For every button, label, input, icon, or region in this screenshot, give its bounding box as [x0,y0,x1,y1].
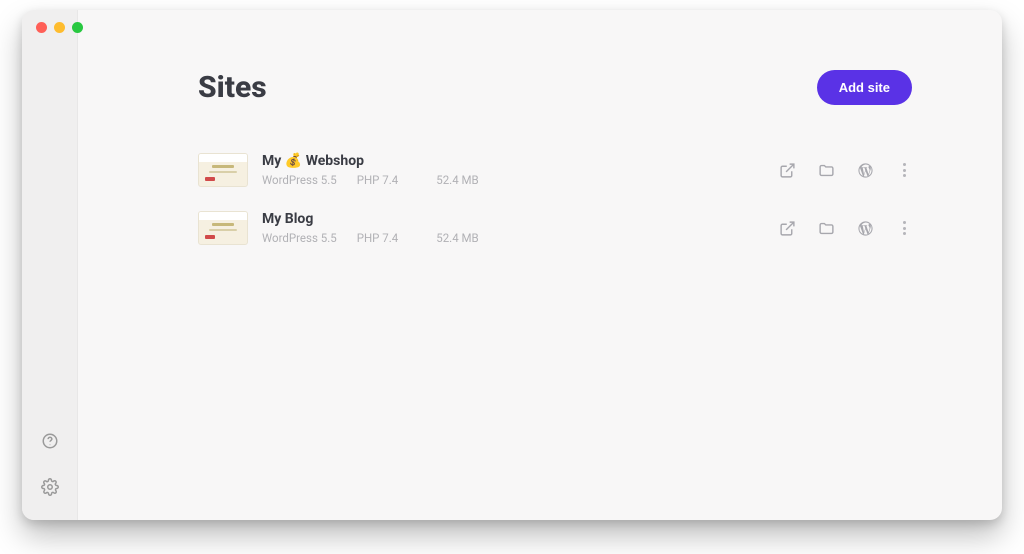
folder-icon[interactable] [818,162,835,179]
site-thumbnail [198,211,248,245]
more-options-icon[interactable] [896,163,912,177]
minimize-window-button[interactable] [54,22,65,33]
site-wordpress-version: WordPress 5.5 [262,231,337,245]
site-size: 52.4 MB [436,173,478,187]
site-php-version: PHP 7.4 [357,231,399,245]
settings-icon[interactable] [41,478,59,496]
site-name: My 💰 Webshop [262,153,779,169]
site-thumbnail [198,153,248,187]
sidebar [22,10,78,520]
more-options-icon[interactable] [896,221,912,235]
site-actions [779,162,912,179]
main-content: Sites Add site My 💰 Webshop WordPress 5.… [78,10,1002,520]
site-wordpress-version: WordPress 5.5 [262,173,337,187]
page-title: Sites [198,70,267,105]
folder-icon[interactable] [818,220,835,237]
site-list: My 💰 Webshop WordPress 5.5 PHP 7.4 52.4 … [198,147,912,263]
site-meta: WordPress 5.5 PHP 7.4 52.4 MB [262,173,779,187]
site-row[interactable]: My 💰 Webshop WordPress 5.5 PHP 7.4 52.4 … [198,147,912,205]
wordpress-icon[interactable] [857,162,874,179]
site-size: 52.4 MB [436,231,478,245]
site-php-version: PHP 7.4 [357,173,399,187]
help-icon[interactable] [41,432,59,450]
wordpress-icon[interactable] [857,220,874,237]
app-window: Sites Add site My 💰 Webshop WordPress 5.… [22,10,1002,520]
site-meta: WordPress 5.5 PHP 7.4 52.4 MB [262,231,779,245]
open-site-icon[interactable] [779,220,796,237]
site-actions [779,220,912,237]
site-name: My Blog [262,211,779,227]
site-row[interactable]: My Blog WordPress 5.5 PHP 7.4 52.4 MB [198,205,912,263]
open-site-icon[interactable] [779,162,796,179]
page-header: Sites Add site [198,70,912,105]
maximize-window-button[interactable] [72,22,83,33]
close-window-button[interactable] [36,22,47,33]
add-site-button[interactable]: Add site [817,70,912,105]
window-controls [36,22,83,33]
site-info: My 💰 Webshop WordPress 5.5 PHP 7.4 52.4 … [262,153,779,187]
site-info: My Blog WordPress 5.5 PHP 7.4 52.4 MB [262,211,779,245]
